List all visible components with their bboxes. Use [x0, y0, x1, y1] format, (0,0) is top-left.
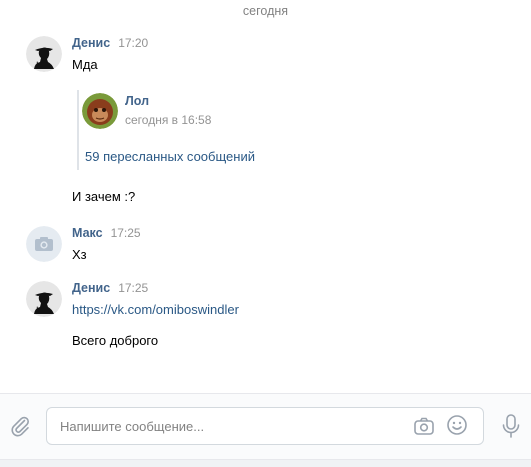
- forwarded-avatar[interactable]: [82, 93, 118, 129]
- forwarded-messages[interactable]: Лол сегодня в 16:58 59 пересланных сообщ…: [77, 90, 377, 170]
- message-time[interactable]: 17:20: [118, 36, 148, 50]
- message-input-box[interactable]: [46, 407, 484, 445]
- avatar[interactable]: [26, 226, 62, 262]
- microphone-icon[interactable]: [500, 413, 522, 439]
- message-time[interactable]: 17:25: [111, 226, 141, 240]
- message-link[interactable]: https://vk.com/omiboswindler: [72, 301, 502, 318]
- message-text: Хз: [72, 247, 87, 262]
- smile-icon[interactable]: [446, 414, 468, 436]
- forwarded-author[interactable]: Лол: [125, 94, 149, 108]
- message-text: Всего доброго: [72, 333, 159, 348]
- silhouette-avatar-icon: [26, 36, 62, 72]
- forwarded-time[interactable]: сегодня в 16:58: [125, 113, 211, 127]
- silhouette-avatar-icon: [26, 281, 62, 317]
- camera-icon[interactable]: [413, 415, 435, 437]
- paperclip-icon[interactable]: [8, 414, 32, 438]
- message-composer: [0, 393, 531, 459]
- message-text: Мда: [72, 57, 98, 72]
- bottom-strip: [0, 459, 531, 467]
- message-input[interactable]: [60, 408, 400, 444]
- monkey-avatar-icon: [82, 93, 118, 129]
- avatar[interactable]: [26, 36, 62, 72]
- message-author[interactable]: Денис: [72, 281, 110, 295]
- message-text: И зачем :?: [72, 189, 136, 204]
- message-time[interactable]: 17:25: [118, 281, 148, 295]
- avatar[interactable]: [26, 281, 62, 317]
- message-author[interactable]: Денис: [72, 36, 110, 50]
- forwarded-count-link[interactable]: 59 пересланных сообщений: [85, 149, 255, 164]
- camera-placeholder-avatar-icon: [26, 226, 62, 262]
- chat-history: сегодня Денис 17:20 Мда Лол сегодня в 16…: [0, 0, 531, 393]
- message-author[interactable]: Макс: [72, 226, 103, 240]
- date-separator: сегодня: [242, 4, 289, 18]
